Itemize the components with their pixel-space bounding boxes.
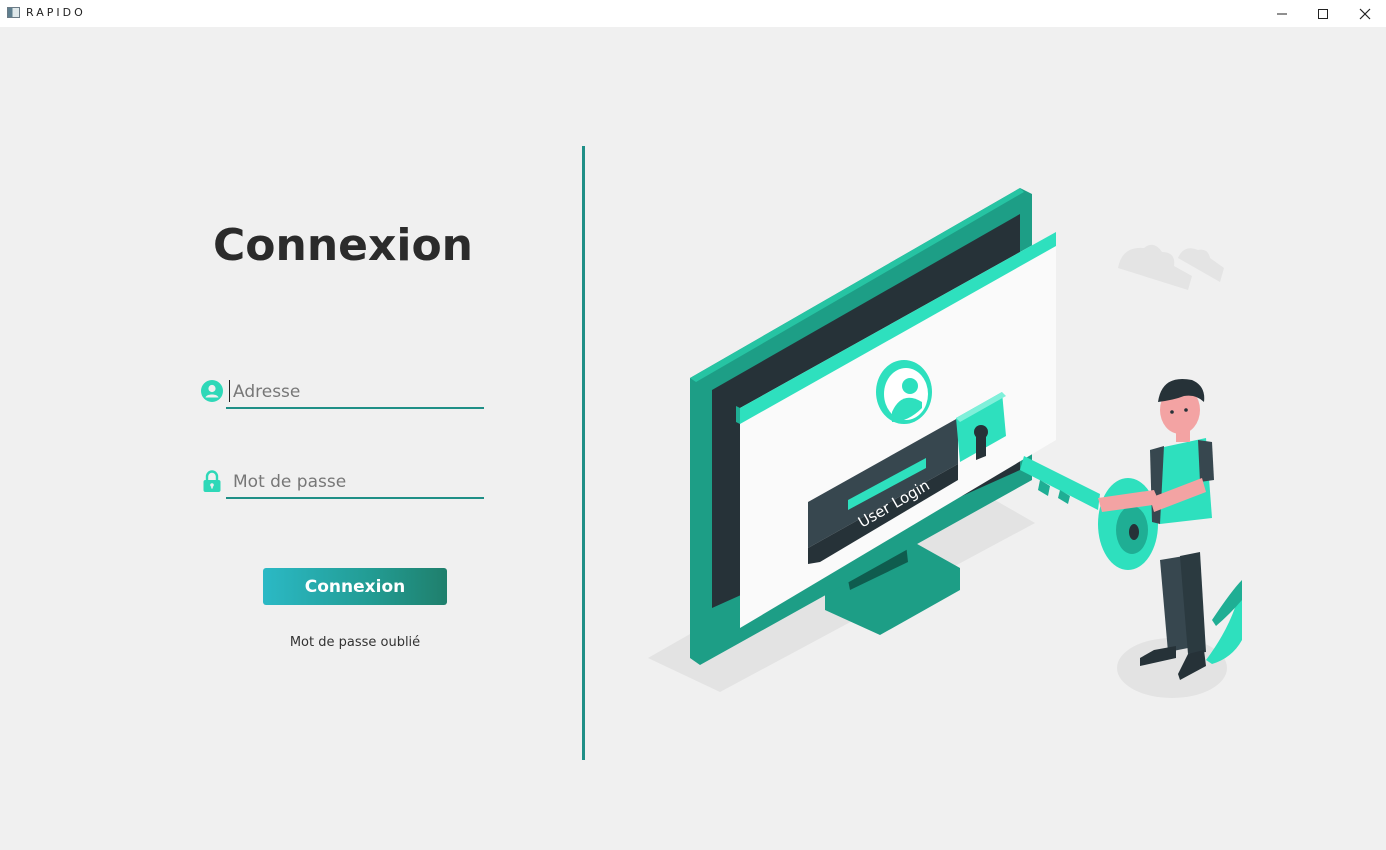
maximize-button[interactable] bbox=[1302, 0, 1344, 27]
text-caret bbox=[229, 380, 230, 402]
password-field bbox=[201, 467, 484, 501]
vertical-divider bbox=[582, 146, 585, 760]
window-title: RAPIDO bbox=[26, 6, 86, 19]
page-title: Connexion bbox=[212, 220, 474, 271]
close-button[interactable] bbox=[1344, 0, 1386, 27]
minimize-button[interactable] bbox=[1261, 0, 1303, 27]
minimize-icon bbox=[1277, 13, 1287, 14]
address-field bbox=[201, 377, 484, 411]
user-circle-icon bbox=[201, 380, 223, 402]
forgot-password-link[interactable]: Mot de passe oublié bbox=[250, 635, 460, 650]
login-illustration: User Login bbox=[648, 188, 1242, 698]
app-icon bbox=[7, 7, 20, 18]
login-button[interactable]: Connexion bbox=[263, 568, 447, 605]
title-bar: RAPIDO bbox=[0, 0, 1386, 27]
maximize-icon bbox=[1318, 8, 1328, 19]
lock-icon bbox=[203, 470, 221, 492]
close-icon bbox=[1359, 8, 1371, 19]
password-input[interactable] bbox=[226, 467, 484, 499]
address-input[interactable] bbox=[226, 377, 484, 409]
